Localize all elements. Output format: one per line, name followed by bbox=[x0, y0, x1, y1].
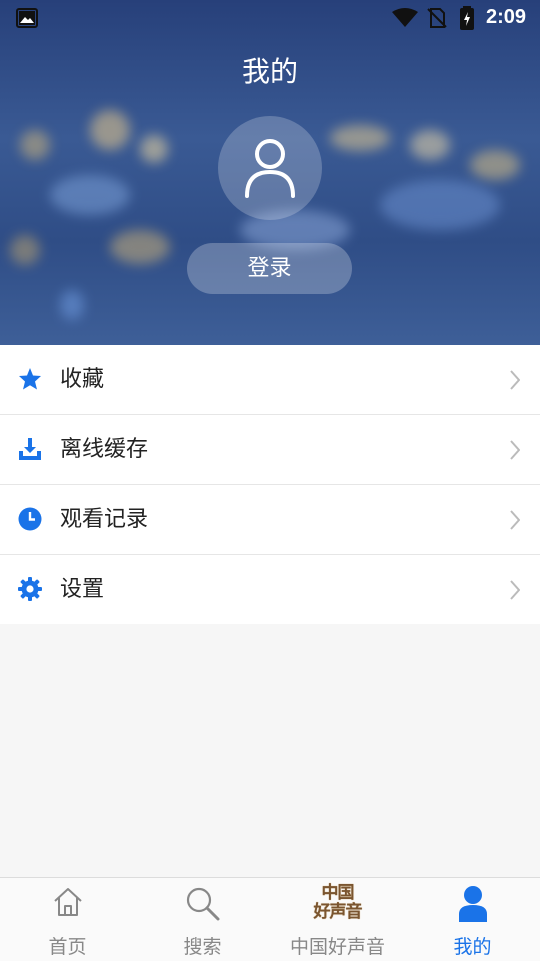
image-icon bbox=[16, 8, 38, 28]
bokeh-light bbox=[50, 175, 130, 215]
menu-item-watch-history[interactable]: 观看记录 bbox=[0, 485, 540, 555]
show-logo-icon: 中国 好声音 bbox=[313, 883, 363, 922]
bokeh-light bbox=[90, 110, 130, 150]
bokeh-light bbox=[140, 135, 168, 163]
login-button[interactable]: 登录 bbox=[187, 243, 352, 294]
bokeh-light bbox=[410, 130, 450, 160]
home-icon bbox=[52, 886, 84, 922]
wifi-icon bbox=[392, 8, 418, 32]
chevron-right-icon bbox=[510, 370, 521, 394]
bokeh-light bbox=[60, 290, 84, 320]
chevron-right-icon bbox=[510, 580, 521, 604]
search-icon bbox=[185, 886, 221, 926]
page-title: 我的 bbox=[241, 55, 298, 88]
chevron-right-icon bbox=[510, 510, 521, 534]
avatar[interactable] bbox=[218, 116, 322, 220]
clock-icon bbox=[18, 507, 42, 531]
tab-label: 我的 bbox=[453, 936, 492, 958]
bottom-tab-bar: 首页 搜索 中国 好声音 中国好声音 我的 bbox=[0, 877, 540, 961]
tab-label: 搜索 bbox=[183, 936, 222, 958]
menu-list: 收藏 离线缓存 观看记录 设置 bbox=[0, 345, 540, 624]
bokeh-light bbox=[330, 125, 390, 151]
status-time: 2:09 bbox=[486, 6, 527, 28]
bokeh-light bbox=[380, 180, 500, 230]
tab-label: 中国好声音 bbox=[289, 936, 385, 958]
profile-header: 2:09 我的 登录 bbox=[0, 0, 540, 345]
download-icon bbox=[18, 437, 42, 461]
menu-item-label: 设置 bbox=[60, 577, 105, 602]
user-filled-icon bbox=[458, 886, 487, 926]
chevron-right-icon bbox=[510, 440, 521, 464]
menu-item-label: 离线缓存 bbox=[60, 437, 149, 462]
status-bar: 2:09 bbox=[0, 0, 540, 36]
menu-item-label: 收藏 bbox=[60, 367, 105, 392]
user-outline-icon bbox=[245, 139, 295, 198]
menu-item-settings[interactable]: 设置 bbox=[0, 555, 540, 624]
tab-mine[interactable]: 我的 bbox=[405, 878, 540, 961]
bokeh-light bbox=[470, 150, 520, 180]
bokeh-light bbox=[110, 230, 170, 264]
menu-item-label: 观看记录 bbox=[60, 507, 149, 532]
bokeh-light bbox=[10, 235, 40, 265]
tab-search[interactable]: 搜索 bbox=[135, 878, 270, 961]
show-logo-text: 中国 好声音 bbox=[313, 883, 363, 922]
tab-voice-of-china[interactable]: 中国 好声音 中国好声音 bbox=[270, 878, 405, 961]
menu-item-offline-cache[interactable]: 离线缓存 bbox=[0, 415, 540, 485]
tab-home[interactable]: 首页 bbox=[0, 878, 135, 961]
star-icon bbox=[18, 367, 42, 391]
battery-charging-icon bbox=[458, 6, 476, 34]
no-sim-icon bbox=[426, 7, 448, 33]
gear-icon bbox=[18, 577, 42, 601]
menu-item-favorites[interactable]: 收藏 bbox=[0, 345, 540, 415]
tab-label: 首页 bbox=[48, 936, 87, 958]
bokeh-light bbox=[20, 130, 50, 160]
